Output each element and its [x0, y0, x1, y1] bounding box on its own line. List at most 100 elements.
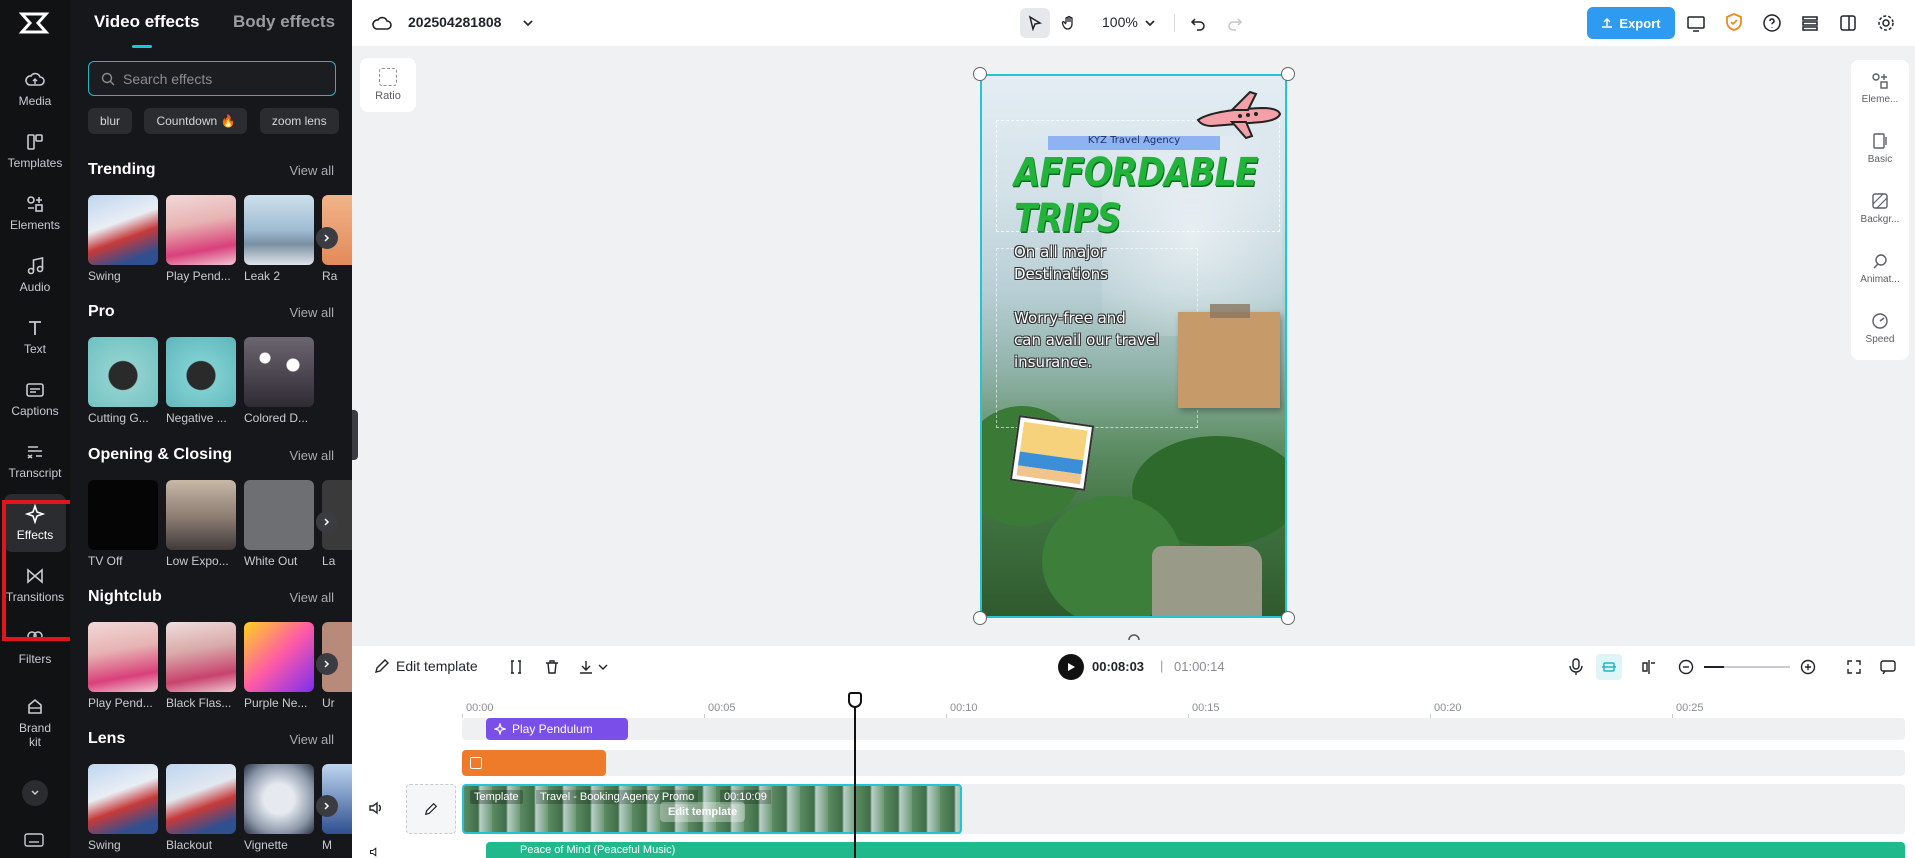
split-screen-icon[interactable]	[1640, 659, 1658, 675]
rail-animation[interactable]: Animat...	[1851, 240, 1909, 296]
rail-text[interactable]: Text	[4, 308, 66, 366]
video-clip-template[interactable]: Template Travel - Booking Agency Promo 0…	[462, 784, 962, 834]
split-icon[interactable]	[508, 659, 524, 675]
undo-button[interactable]	[1183, 8, 1213, 38]
chevron-down-icon[interactable]	[598, 663, 608, 671]
view-all-nightclub[interactable]: View all	[289, 590, 334, 605]
edit-template-button[interactable]: Edit template	[374, 658, 478, 674]
redo-button[interactable]	[1220, 8, 1250, 38]
effect-play-pendulum-2[interactable]: Play Pend...	[88, 622, 158, 710]
tab-body-effects[interactable]: Body effects	[233, 12, 335, 32]
keyboard-icon[interactable]	[24, 832, 44, 848]
search-input[interactable]	[123, 70, 323, 87]
effect-blackout[interactable]: Blackout	[166, 764, 236, 852]
video-edit-template-button[interactable]: Edit template	[660, 802, 746, 822]
split-view-icon[interactable]	[1838, 13, 1858, 33]
effect-vignette[interactable]: Vignette	[244, 764, 314, 852]
copy-line-4[interactable]: can avail our travel	[1014, 330, 1159, 351]
rail-elements[interactable]: Elements	[4, 184, 66, 242]
project-name[interactable]: 202504281808	[408, 14, 501, 30]
effect-purple-neon[interactable]: Purple Ne...	[244, 622, 314, 710]
beach-photo-sticker[interactable]	[1009, 415, 1095, 491]
rail-media[interactable]: Media	[4, 60, 66, 118]
effect-tv-off[interactable]: TV Off	[88, 480, 158, 568]
chip-blur[interactable]: blur	[88, 108, 133, 134]
view-all-lens[interactable]: View all	[289, 732, 334, 747]
tab-video-effects[interactable]: Video effects	[94, 12, 200, 32]
chevron-down-icon[interactable]	[1144, 18, 1156, 28]
sticker-clip[interactable]	[462, 750, 606, 776]
cover-edit-button[interactable]	[406, 784, 456, 834]
audio-clip[interactable]: Peace of Mind (Peaceful Music)	[486, 842, 1905, 858]
effect-black-flash[interactable]: Black Flas...	[166, 622, 236, 710]
view-all-pro[interactable]: View all	[289, 305, 334, 320]
rail-brand-kit[interactable]: Brand kit	[4, 690, 66, 756]
copy-line-3[interactable]: Worry-free and	[1014, 308, 1126, 329]
rail-transcript[interactable]: Transcript	[4, 432, 66, 490]
resize-handle-bottom-left[interactable]	[973, 611, 987, 625]
export-button[interactable]: Export	[1587, 7, 1675, 39]
effect-negative[interactable]: Negative ...	[166, 337, 236, 425]
effect-white-out[interactable]: White Out	[244, 480, 314, 568]
layers-icon[interactable]	[1800, 13, 1820, 33]
headline-text[interactable]: AFFORDABLE TRIPS	[1014, 150, 1274, 242]
rail-audio[interactable]: Audio	[4, 246, 66, 304]
rail-elements-prop[interactable]: Eleme...	[1851, 60, 1909, 116]
copy-line-5[interactable]: insurance.	[1014, 352, 1092, 373]
trash-icon[interactable]	[544, 659, 560, 675]
nightclub-next-button[interactable]	[316, 653, 338, 675]
effect-colored-d[interactable]: Colored D...	[244, 337, 314, 425]
play-button[interactable]	[1058, 654, 1084, 680]
effect-low-expo[interactable]: Low Expo...	[166, 480, 236, 568]
effect-swing-lens[interactable]: Swing	[88, 764, 158, 852]
caption-toggle-icon[interactable]	[1880, 659, 1896, 675]
zoom-in-icon[interactable]	[1800, 659, 1816, 675]
copy-line-2[interactable]: Destinations	[1014, 264, 1108, 285]
rail-templates[interactable]: Templates	[4, 122, 66, 180]
chip-zoom-lens[interactable]: zoom lens	[259, 108, 339, 134]
copy-line-1[interactable]: On all major	[1014, 242, 1106, 263]
effect-leak-2[interactable]: Leak 2	[244, 195, 314, 283]
effect-swing[interactable]: Swing	[88, 195, 158, 283]
microphone-icon[interactable]	[1568, 658, 1584, 676]
rail-basic[interactable]: Basic	[1851, 120, 1909, 176]
trending-next-button[interactable]	[316, 227, 338, 249]
speaker-icon[interactable]	[368, 800, 384, 816]
ratio-button[interactable]: Ratio	[360, 58, 416, 112]
rail-background[interactable]: Backgr...	[1851, 180, 1909, 236]
resize-handle-top-right[interactable]	[1281, 67, 1295, 81]
zoom-out-icon[interactable]	[1678, 659, 1694, 675]
download-icon[interactable]	[578, 659, 594, 675]
video-canvas[interactable]: KYZ Travel Agency AFFORDABLE TRIPS On al…	[980, 74, 1287, 618]
rotate-icon[interactable]	[1126, 630, 1142, 642]
view-all-opening-closing[interactable]: View all	[289, 448, 334, 463]
rail-captions[interactable]: Captions	[4, 370, 66, 428]
gear-icon[interactable]	[1876, 13, 1896, 33]
panel-collapse-handle[interactable]	[352, 410, 358, 460]
help-icon[interactable]	[1762, 13, 1782, 33]
rail-speed[interactable]: Speed	[1851, 300, 1909, 356]
opening-closing-next-button[interactable]	[316, 511, 338, 533]
paper-note-sticker[interactable]	[1178, 304, 1280, 408]
speaker-icon[interactable]	[368, 846, 382, 858]
playhead[interactable]	[854, 694, 856, 858]
search-box[interactable]	[88, 61, 336, 96]
playhead-handle[interactable]	[848, 692, 862, 708]
airplane-sticker-icon[interactable]	[1192, 90, 1284, 142]
resize-handle-bottom-right[interactable]	[1281, 611, 1295, 625]
zoom-slider[interactable]	[1704, 666, 1790, 668]
zoom-level[interactable]: 100%	[1102, 14, 1138, 30]
magnet-snap-button[interactable]	[1596, 654, 1622, 680]
chevron-down-icon[interactable]	[522, 18, 534, 28]
present-icon[interactable]	[1686, 13, 1706, 33]
rail-more-button[interactable]	[22, 780, 48, 806]
hand-tool-button[interactable]	[1054, 8, 1084, 38]
effect-clip-play-pendulum[interactable]: Play Pendulum	[486, 718, 628, 740]
fit-screen-icon[interactable]	[1846, 659, 1862, 675]
effect-play-pendulum[interactable]: Play Pend...	[166, 195, 236, 283]
select-tool-button[interactable]	[1020, 8, 1050, 38]
chip-countdown[interactable]: Countdown 🔥	[144, 108, 248, 134]
effect-cutting-g[interactable]: Cutting G...	[88, 337, 158, 425]
resize-handle-top-left[interactable]	[973, 67, 987, 81]
view-all-trending[interactable]: View all	[289, 163, 334, 178]
